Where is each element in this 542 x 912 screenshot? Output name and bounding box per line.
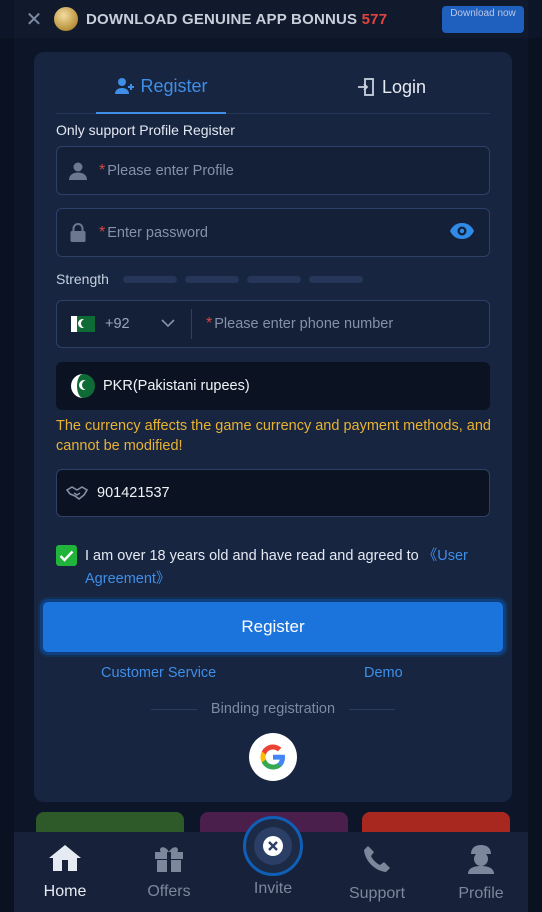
download-banner: ✕ DOWNLOAD GENUINE APP BONNUS 577 Downlo… (14, 0, 528, 38)
binding-registration: Binding registration (34, 701, 512, 717)
phone-field: +92 * Please enter phone number (56, 300, 490, 348)
phone-input[interactable]: Please enter phone number (214, 316, 393, 332)
currency-warning: The currency affects the game currency a… (56, 418, 491, 454)
password-field[interactable]: * Enter password (56, 208, 490, 257)
add-user-icon (114, 77, 135, 95)
banner-title: DOWNLOAD GENUINE APP BONNUS 577 (86, 10, 388, 28)
nav-home-label: Home (43, 883, 87, 900)
nav-offers-label: Offers (147, 883, 191, 900)
agree-checkbox[interactable] (56, 545, 77, 566)
divider (349, 708, 396, 710)
country-code[interactable]: +92 (105, 316, 145, 332)
tab-login[interactable]: Login (316, 60, 466, 114)
invite-code-value: 901421537 (97, 485, 170, 501)
nav-support[interactable]: Support (337, 844, 417, 903)
strength-bar (184, 275, 239, 283)
lock-icon (57, 222, 99, 243)
home-icon (49, 845, 81, 871)
strength-bar (308, 275, 363, 283)
divider (191, 309, 192, 339)
customer-service-link[interactable]: Customer Service (101, 665, 216, 681)
app-logo (54, 7, 78, 31)
google-login-button[interactable] (249, 733, 297, 781)
currency-field[interactable]: PKR(Pakistani rupees) (56, 362, 490, 410)
divider (150, 708, 197, 710)
handshake-icon (57, 485, 97, 501)
strength-label: Strength (56, 271, 109, 287)
chevron-down-icon[interactable] (161, 315, 175, 333)
footer-links: Customer Service Demo (34, 665, 512, 685)
strength-bar (122, 275, 177, 283)
profile-field[interactable]: * Please enter Profile (56, 146, 490, 195)
eye-icon[interactable] (449, 221, 475, 246)
register-button[interactable]: Register (40, 599, 506, 655)
nav-profile-label: Profile (458, 885, 504, 902)
nav-home[interactable]: Home (25, 844, 105, 901)
nav-invite[interactable]: Invite (233, 880, 313, 898)
password-strength: Strength (56, 271, 371, 287)
tab-login-label: Login (381, 76, 427, 97)
nav-profile[interactable]: Profile (441, 844, 521, 903)
pakistan-flag-icon (71, 374, 95, 398)
required-mark: * (99, 223, 106, 241)
currency-value: PKR(Pakistani rupees) (103, 378, 250, 394)
gift-icon (155, 847, 183, 872)
required-mark: * (99, 161, 106, 179)
page: ✕ DOWNLOAD GENUINE APP BONNUS 577 Downlo… (0, 0, 542, 912)
pakistan-flag-icon (71, 316, 95, 332)
agreement-row: I am over 18 years old and have read and… (56, 545, 496, 591)
close-icon[interactable]: ✕ (14, 7, 54, 32)
tab-register-label: Register (140, 75, 208, 96)
nav-invite-label: Invite (253, 880, 293, 897)
binding-registration-label: Binding registration (210, 701, 336, 717)
download-now-button[interactable]: Download now (442, 6, 524, 33)
profile-placeholder: Please enter Profile (107, 162, 234, 179)
required-mark: * (206, 315, 213, 332)
left-edge (0, 38, 14, 912)
invite-code-field[interactable]: 901421537 (56, 469, 490, 517)
nav-offers[interactable]: Offers (129, 844, 209, 901)
profile-register-label: Only support Profile Register (56, 122, 235, 138)
bottom-nav: Home Offers Invite Support Profile (14, 816, 528, 912)
register-modal: Register Login Only support Profile Regi… (34, 52, 512, 802)
login-icon (356, 77, 376, 97)
invite-button[interactable] (243, 816, 303, 876)
right-edge (528, 38, 542, 912)
invite-icon (254, 827, 292, 865)
nav-support-label: Support (348, 885, 406, 902)
phone-icon (364, 846, 390, 872)
strength-bar (246, 275, 301, 283)
demo-link[interactable]: Demo (364, 665, 403, 681)
tab-register[interactable]: Register (96, 60, 226, 114)
user-icon (57, 161, 99, 181)
agreement-text: I am over 18 years old and have read and… (85, 548, 468, 587)
google-icon (260, 744, 285, 770)
auth-tabs: Register Login (56, 60, 490, 114)
password-placeholder: Enter password (107, 224, 208, 241)
user-icon (468, 845, 494, 874)
